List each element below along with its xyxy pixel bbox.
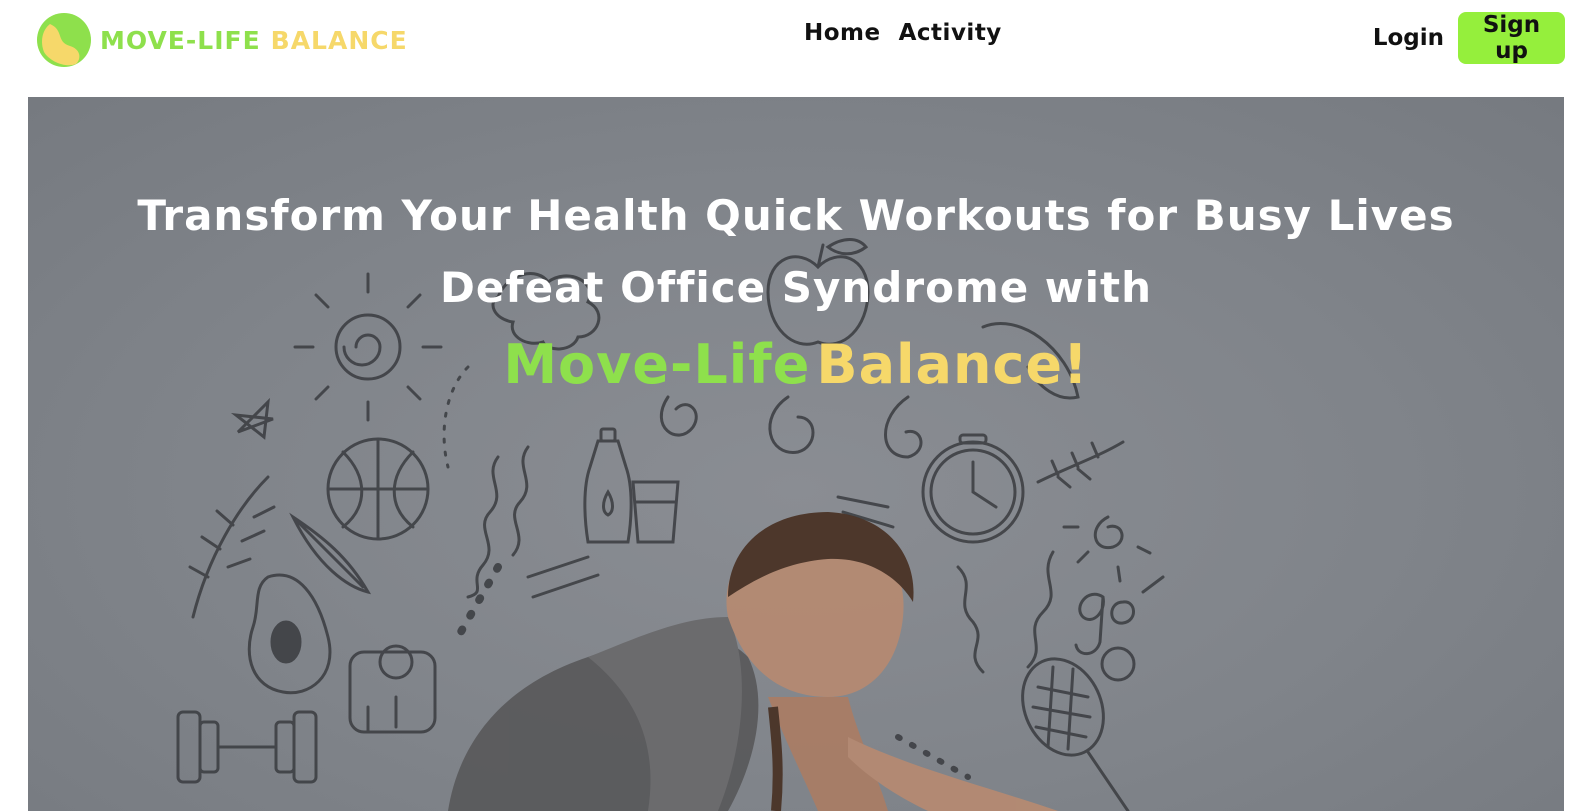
water-bottle-doodle-icon bbox=[583, 427, 633, 544]
signup-button[interactable]: Sign up bbox=[1458, 12, 1565, 64]
tennis-ball-doodle-icon bbox=[1100, 646, 1136, 682]
tennis-racket-doodle-icon bbox=[1021, 657, 1130, 811]
hero-brand-balance: Balance! bbox=[816, 333, 1089, 396]
brand-name-move: MOVE-LIFE bbox=[100, 25, 261, 55]
go-text-doodle-icon bbox=[1074, 575, 1165, 656]
hero-headline-line-2: Defeat Office Syndrome with bbox=[439, 263, 1152, 312]
top-navbar: MOVE-LIFE BALANCE Home Activity Login Sig… bbox=[0, 0, 1593, 80]
woman-stretching-figure bbox=[448, 512, 1058, 811]
nav-home-link[interactable]: Home bbox=[804, 20, 881, 46]
branch-right-doodle-icon bbox=[1036, 440, 1125, 489]
leaf-doodle-icon bbox=[289, 512, 372, 595]
auth-actions: Login Sign up bbox=[1373, 12, 1565, 64]
swirl-doodle-icon bbox=[659, 395, 698, 437]
basketball-doodle-icon bbox=[326, 437, 430, 541]
brand-name-balance: BALANCE bbox=[270, 25, 408, 55]
wavy-line-doodle-icon bbox=[466, 455, 500, 599]
brand-logo-link[interactable]: MOVE-LIFE BALANCE bbox=[36, 12, 408, 68]
leaf-ball-logo-icon bbox=[37, 13, 91, 67]
scale-doodle-icon bbox=[348, 644, 437, 734]
hero-headline-line-1: Transform Your Health Quick Workouts for… bbox=[137, 191, 1455, 240]
hero-brand-move: Move-Life bbox=[503, 333, 811, 396]
small-sun-doodle-icon bbox=[1062, 515, 1152, 583]
avocado-doodle-icon bbox=[247, 573, 332, 695]
dumbbell-doodle-icon bbox=[176, 710, 318, 784]
stopwatch-doodle-icon bbox=[921, 433, 1025, 544]
nav-activity-link[interactable]: Activity bbox=[899, 20, 1002, 46]
branch-doodle-icon bbox=[188, 475, 276, 619]
hero-headline-brand: Move-Life Balance! bbox=[28, 333, 1564, 396]
glass-doodle-icon bbox=[631, 480, 680, 544]
star-doodle-icon bbox=[230, 397, 274, 440]
brand-name: MOVE-LIFE BALANCE bbox=[100, 26, 408, 55]
hero-banner: Transform Your Health Quick Workouts for… bbox=[28, 97, 1564, 811]
login-button[interactable]: Login bbox=[1373, 25, 1444, 51]
main-nav: Home Activity bbox=[804, 20, 1002, 46]
